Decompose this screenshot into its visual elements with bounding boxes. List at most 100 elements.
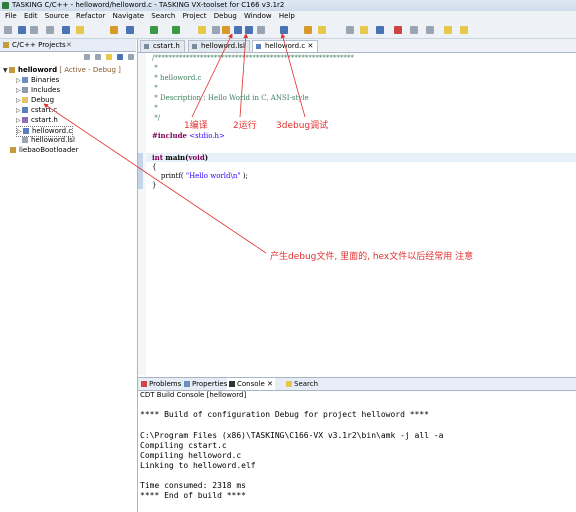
window-title: TASKING C/C++ - helloword/helloword.c - … [12,1,285,9]
forward-icon[interactable] [95,54,101,60]
menu-source[interactable]: Source [45,12,69,20]
tab-label: helloword.c [265,42,306,50]
function-name: main( [162,153,189,162]
console-line: C:\Program Files (x86)\TASKING\C166-VX v… [140,431,444,440]
tab-helloword-lsl[interactable]: helloword.lsl [188,40,250,52]
launch-icon[interactable] [318,26,326,34]
close-icon[interactable]: ✕ [267,380,273,388]
new-icon[interactable] [4,26,12,34]
tree-item-cstart-h[interactable]: ▷ cstart.h [16,116,58,125]
code-line: /***************************************… [152,54,354,62]
problems-icon [141,381,147,387]
menu-refactor[interactable]: Refactor [76,12,105,20]
project-icon [9,67,15,73]
tree-item-label: cstart.h [31,116,58,124]
folder-icon [22,97,28,103]
console-line: Time consumed: 2318 ms [140,481,246,490]
console-icon [229,381,235,387]
includes-icon [22,87,28,93]
tree-item-cstart-c[interactable]: ▷ cstart.c [16,106,57,115]
tree-item-liebaobootloader[interactable]: liebaoBootloader [10,146,78,155]
tab-label: helloword.lsl [201,42,245,50]
save-icon[interactable] [18,26,26,34]
h-file-icon [22,117,28,123]
run-icon[interactable] [150,26,158,34]
tree-item-binaries[interactable]: ▷ Binaries [16,76,59,85]
forward-icon[interactable] [426,26,434,34]
menu-window[interactable]: Window [244,12,272,20]
open-folder-icon[interactable] [304,26,312,34]
menu-file[interactable]: File [5,12,17,20]
tree-item-debug[interactable]: ▷ Debug [16,96,54,105]
menu-bar: File Edit Source Refactor Navigate Searc… [0,11,576,22]
close-icon[interactable]: ✕ [307,42,313,50]
project-icon [10,147,16,153]
run-program-icon[interactable] [245,26,253,34]
tree-item-helloword[interactable]: ▼ helloword [ Active - Debug ] [3,66,121,75]
tab-cpp-projects[interactable]: C/C++ Projects ✕ [0,39,136,52]
code-line: { [152,163,157,171]
perspective-c-icon[interactable] [346,26,354,34]
menu-debug[interactable]: Debug [214,12,237,20]
tab-label: Console [237,380,265,388]
projects-icon [3,42,9,48]
current-line-highlight [146,153,576,162]
tab-console[interactable]: Console ✕ [227,378,275,390]
code-line-include: #include <stdio.h> [152,131,225,141]
navigate-icon[interactable] [394,26,402,34]
paren: ) [204,153,209,162]
annotation-icon[interactable] [360,26,368,34]
debug-icon[interactable] [280,26,288,34]
tab-helloword-c[interactable]: helloword.c ✕ [252,40,319,52]
annotation-compile: 1编译 [184,121,208,131]
wrench-icon[interactable] [198,26,206,34]
tab-cstart-h[interactable]: cstart.h [140,40,185,52]
terminal-icon[interactable] [62,26,70,34]
tree-item-helloword-lsl[interactable]: helloword.lsl [22,136,75,145]
compile-icon[interactable] [222,26,230,34]
collapse-all-icon[interactable] [117,54,123,60]
menu-search[interactable]: Search [151,12,175,20]
back-icon[interactable] [410,26,418,34]
code-line: * [152,64,158,72]
build-icon[interactable] [110,26,118,34]
print-icon[interactable] [30,26,38,34]
bottom-tab-bar: Problems Properties Console ✕ Search [138,377,576,391]
debug-config-icon[interactable] [172,26,180,34]
code-line: } [152,181,157,189]
console-output[interactable]: **** Build of configuration Debug for pr… [138,402,576,512]
tab-properties[interactable]: Properties [184,378,227,390]
console-line: Linking to helloword.elf [140,461,256,470]
next-edit-icon[interactable] [460,26,468,34]
close-icon[interactable]: ✕ [66,39,72,51]
menu-help[interactable]: Help [279,12,295,20]
search-icon [286,381,292,387]
next-annotation-icon[interactable] [376,26,384,34]
annotation-debug: 3debug调试 [276,121,329,131]
string-literal: "Hello world\n" [185,172,241,180]
console-title: CDT Build Console [helloword] [140,391,247,399]
refresh-icon[interactable] [257,26,265,34]
tree-item-label: helloword.lsl [31,136,75,144]
open-type-icon[interactable] [76,26,84,34]
c-file-icon [256,44,261,49]
console-line: Compiling helloword.c [140,451,242,460]
up-icon[interactable] [106,54,112,60]
tree-item-label: Binaries [31,76,60,84]
view-menu-icon[interactable] [128,54,134,60]
tab-problems[interactable]: Problems [141,378,181,390]
tab-label: Properties [192,380,228,388]
prev-edit-icon[interactable] [444,26,452,34]
annotation-note: 产生debug文件, 里面的, hex文件以后经常用 注意 [270,252,474,262]
search-icon[interactable] [46,26,54,34]
tree-item-includes[interactable]: ▷ Includes [16,86,60,95]
tab-search[interactable]: Search [286,378,318,390]
code-editor[interactable]: /***************************************… [138,53,576,375]
menu-edit[interactable]: Edit [24,12,38,20]
menu-project[interactable]: Project [183,12,207,20]
back-icon[interactable] [84,54,90,60]
build-all-icon[interactable] [126,26,134,34]
menu-navigate[interactable]: Navigate [113,12,144,20]
build-project-icon[interactable] [234,26,242,34]
terminal-view-icon[interactable] [212,26,220,34]
